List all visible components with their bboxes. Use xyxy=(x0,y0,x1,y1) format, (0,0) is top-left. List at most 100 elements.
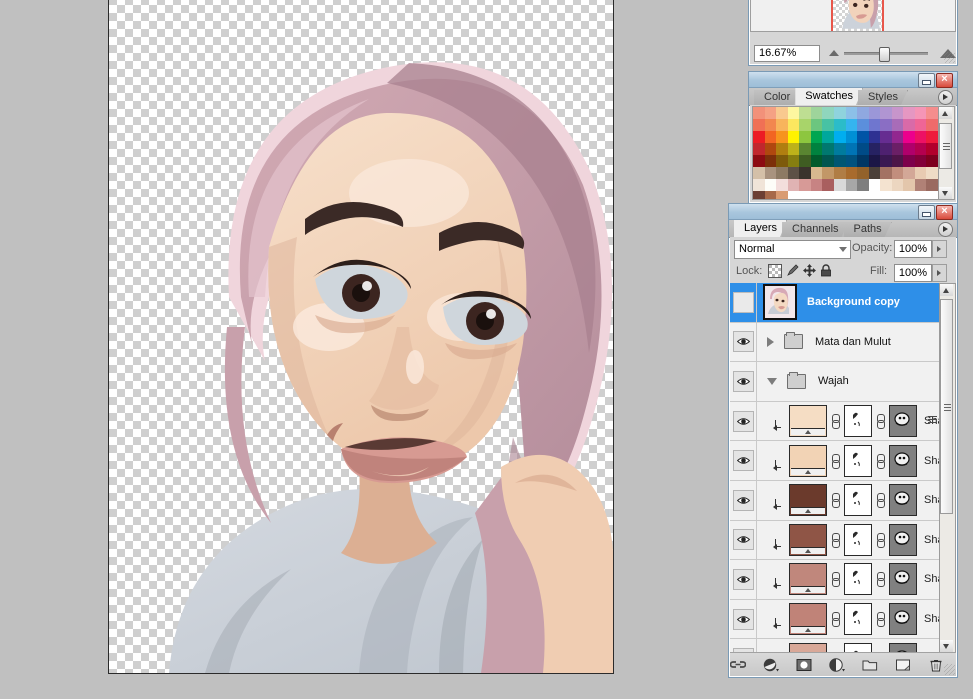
layers-list[interactable]: Background copy Mata dan Mulut Wajah Shap..… xyxy=(730,283,956,653)
vector-mask-thumbnail[interactable] xyxy=(889,603,917,636)
eye-visible-icon[interactable] xyxy=(732,608,754,630)
swatches-scrollbar[interactable] xyxy=(938,106,955,200)
swatch-86[interactable] xyxy=(822,167,834,179)
scroll-down-icon[interactable] xyxy=(939,187,952,199)
zoom-level-field[interactable]: 16.67% xyxy=(754,44,820,62)
layer-row-content[interactable]: Shap... xyxy=(757,521,939,560)
close-icon[interactable] xyxy=(936,205,953,220)
eye-visible-icon[interactable] xyxy=(732,450,754,472)
zoom-slider[interactable] xyxy=(844,47,928,62)
swatch-36[interactable] xyxy=(799,131,811,143)
swatch-67[interactable] xyxy=(787,155,800,167)
lock-position-icon[interactable] xyxy=(803,264,816,277)
swatch-103[interactable] xyxy=(833,179,846,191)
swatch-71[interactable] xyxy=(833,155,846,167)
shape-fill-thumbnail[interactable] xyxy=(789,603,827,636)
swatch-8[interactable] xyxy=(845,107,858,119)
swatch-52[interactable] xyxy=(799,143,811,155)
tab-channels[interactable]: Channels xyxy=(782,222,848,237)
eye-visible-icon[interactable] xyxy=(732,529,754,551)
vector-mask-thumbnail[interactable] xyxy=(889,563,917,596)
swatch-58[interactable] xyxy=(868,143,881,155)
swatch-4[interactable] xyxy=(799,107,811,119)
layer-row[interactable]: Shap... xyxy=(730,480,939,521)
layer-row[interactable]: Wajah xyxy=(730,362,939,402)
layer-row[interactable]: Shap... xyxy=(730,560,939,600)
swatch-91[interactable] xyxy=(880,167,892,179)
swatch-78[interactable] xyxy=(914,155,927,167)
swatch-37[interactable] xyxy=(810,131,823,143)
minimize-icon[interactable] xyxy=(918,205,935,220)
swatch-88[interactable] xyxy=(845,167,858,179)
swatch-80[interactable] xyxy=(753,167,765,179)
eye-visible-icon[interactable] xyxy=(732,568,754,590)
swatches-title-bar[interactable] xyxy=(749,72,957,88)
navigator-panel[interactable]: 16.67% xyxy=(748,0,958,66)
swatch-41[interactable] xyxy=(857,131,869,143)
swatch-70[interactable] xyxy=(822,155,834,167)
swatch-17[interactable] xyxy=(764,119,777,131)
swatch-109[interactable] xyxy=(903,179,915,191)
lock-all-icon[interactable] xyxy=(820,264,832,277)
swatch-69[interactable] xyxy=(810,155,823,167)
mask-link-icon[interactable] xyxy=(831,414,840,430)
swatch-16[interactable] xyxy=(753,119,765,131)
swatch-73[interactable] xyxy=(857,155,869,167)
swatch-65[interactable] xyxy=(764,155,777,167)
swatches-scroll-area[interactable] xyxy=(752,106,939,200)
navigator-view-box[interactable] xyxy=(831,0,884,31)
swatch-99[interactable] xyxy=(787,179,800,191)
swatch-79[interactable] xyxy=(926,155,938,167)
swatch-25[interactable] xyxy=(857,119,869,131)
layer-mask-thumbnail[interactable] xyxy=(844,523,872,556)
swatch-55[interactable] xyxy=(833,143,846,155)
swatch-47[interactable] xyxy=(926,131,938,143)
swatch-2[interactable] xyxy=(776,107,788,119)
scrollbar-thumb[interactable] xyxy=(940,299,953,514)
swatch-112[interactable] xyxy=(753,191,765,199)
swatch-6[interactable] xyxy=(822,107,834,119)
swatch-38[interactable] xyxy=(822,131,834,143)
adjustment-layer-icon[interactable] xyxy=(829,657,845,673)
swatch-20[interactable] xyxy=(799,119,811,131)
swatch-72[interactable] xyxy=(845,155,858,167)
swatch-85[interactable] xyxy=(810,167,823,179)
vector-mask-link-icon[interactable] xyxy=(876,532,885,548)
layer-name[interactable]: Shap... xyxy=(924,455,939,467)
swatch-40[interactable] xyxy=(845,131,858,143)
swatch-31[interactable] xyxy=(926,119,938,131)
swatch-54[interactable] xyxy=(822,143,834,155)
swatch-76[interactable] xyxy=(891,155,904,167)
eye-visible-icon[interactable] xyxy=(732,370,754,392)
new-group-icon[interactable] xyxy=(862,657,878,673)
layer-visibility-toggle[interactable] xyxy=(730,599,757,639)
fill-field[interactable]: 100% xyxy=(894,264,932,282)
swatch-53[interactable] xyxy=(810,143,823,155)
eye-visible-icon[interactable] xyxy=(732,331,754,353)
layer-mask-thumbnail[interactable] xyxy=(844,484,872,517)
shape-fill-thumbnail[interactable] xyxy=(789,563,827,596)
mask-link-icon[interactable] xyxy=(831,612,840,628)
swatch-57[interactable] xyxy=(857,143,869,155)
swatch-87[interactable] xyxy=(833,167,846,179)
tab-color[interactable]: Color xyxy=(754,90,800,105)
swatch-1[interactable] xyxy=(764,107,777,119)
layer-visibility-toggle[interactable] xyxy=(730,520,757,560)
mask-link-icon[interactable] xyxy=(831,572,840,588)
layer-row-content[interactable]: Background copy xyxy=(757,283,939,322)
swatch-24[interactable] xyxy=(845,119,858,131)
swatch-110[interactable] xyxy=(914,179,927,191)
tab-styles[interactable]: Styles xyxy=(858,90,908,105)
layer-row-content[interactable]: Shap... xyxy=(757,600,939,639)
swatch-59[interactable] xyxy=(880,143,892,155)
layer-row-content[interactable]: Shap... xyxy=(757,481,939,520)
swatch-61[interactable] xyxy=(903,143,915,155)
layer-group-name[interactable]: Mata dan Mulut xyxy=(815,336,891,348)
swatch-13[interactable] xyxy=(903,107,915,119)
layer-visibility-toggle[interactable] xyxy=(730,283,757,322)
vector-mask-thumbnail[interactable] xyxy=(889,523,917,556)
eye-visible-icon[interactable] xyxy=(732,410,754,432)
layer-name[interactable]: Background copy xyxy=(807,296,900,308)
swatch-46[interactable] xyxy=(914,131,927,143)
swatch-grid[interactable] xyxy=(753,107,938,199)
